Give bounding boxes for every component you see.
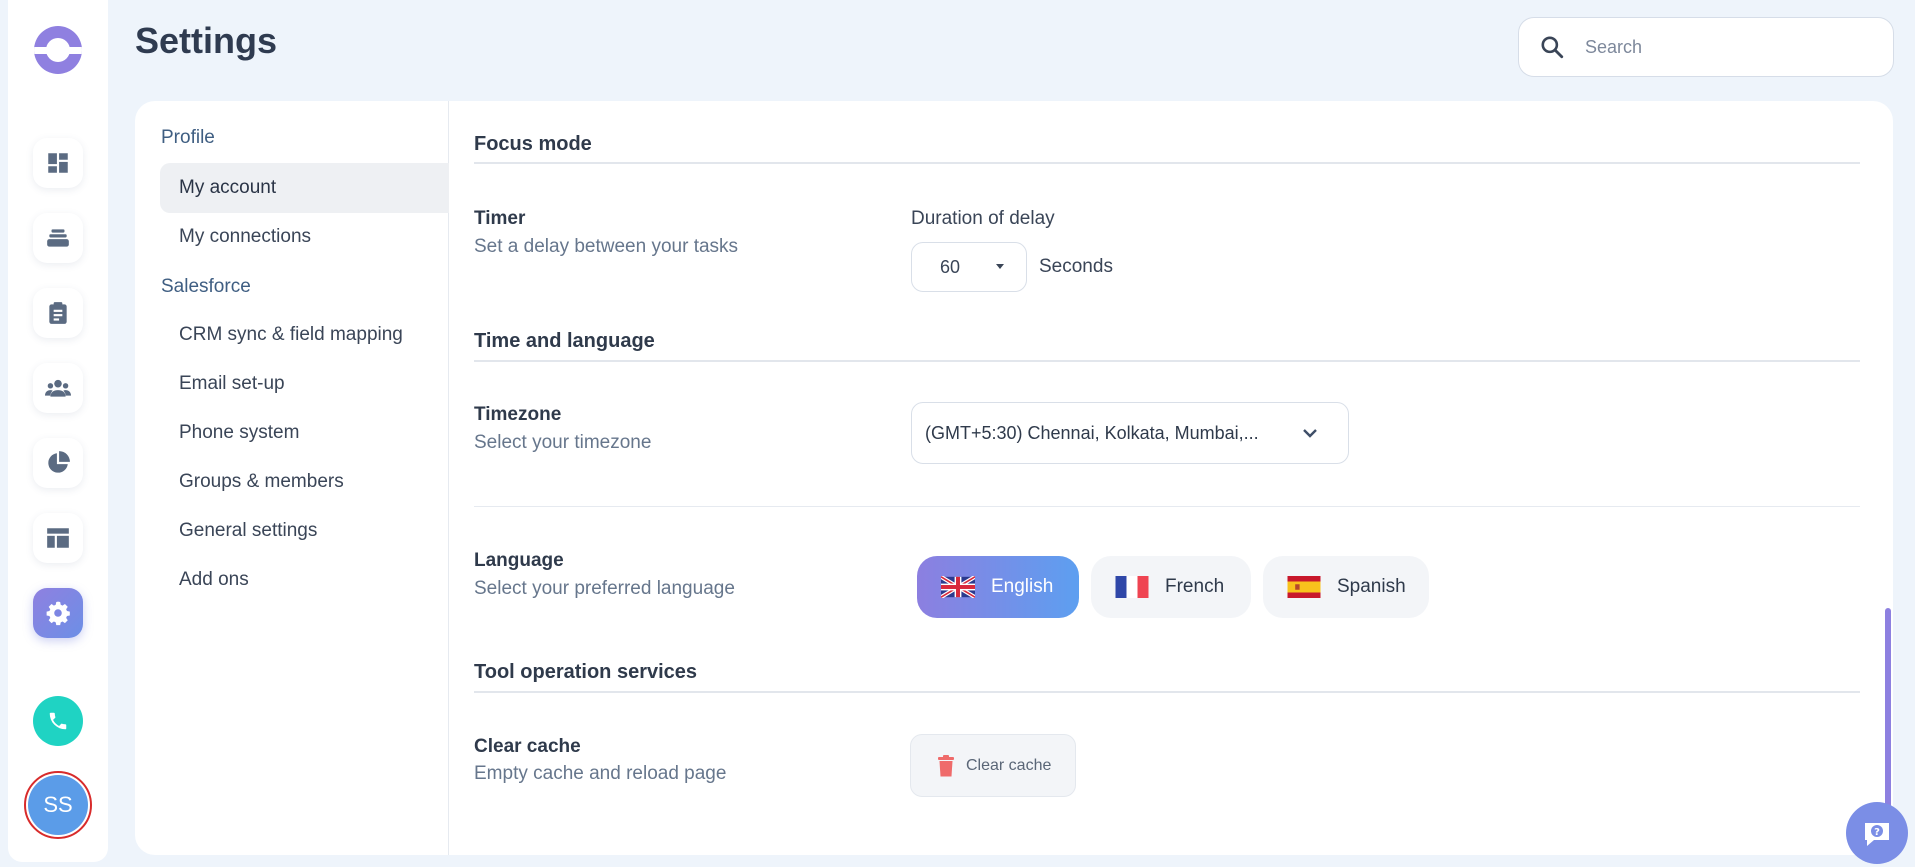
timezone-select[interactable]: (GMT+5:30) Chennai, Kolkata, Mumbai,... xyxy=(911,402,1349,464)
search-icon xyxy=(1541,36,1564,59)
page-title: Settings xyxy=(135,20,278,61)
rail-settings-button[interactable] xyxy=(33,588,83,638)
subnav-item-my-connections[interactable]: My connections xyxy=(160,212,449,262)
rail-dashboard-button[interactable] xyxy=(33,138,83,188)
france-flag-icon xyxy=(1115,576,1149,598)
timezone-value: (GMT+5:30) Chennai, Kolkata, Mumbai,... xyxy=(925,422,1259,443)
clear-cache-description: Empty cache and reload page xyxy=(474,763,727,784)
section-divider xyxy=(474,360,1860,362)
dashboard-icon xyxy=(48,153,68,173)
caret-down-icon xyxy=(996,264,1004,269)
rail-reports-button[interactable] xyxy=(33,438,83,488)
gear-icon xyxy=(46,601,70,626)
language-label-english: English xyxy=(991,576,1054,597)
settings-content: Focus mode Timer Set a delay between you… xyxy=(474,101,1860,855)
team-icon xyxy=(45,379,71,397)
search-box[interactable] xyxy=(1518,17,1894,77)
language-label-spanish: Spanish xyxy=(1337,576,1406,597)
avatar: SS xyxy=(28,775,88,835)
chevron-down-icon xyxy=(1303,429,1317,438)
search-input[interactable] xyxy=(1585,36,1865,58)
scrollbar-thumb[interactable] xyxy=(1885,608,1891,808)
delay-unit: Seconds xyxy=(1039,256,1113,277)
language-label-french: French xyxy=(1165,576,1225,597)
left-rail: SS xyxy=(8,0,108,862)
subnav-item-crm-sync[interactable]: CRM sync & field mapping xyxy=(160,310,449,360)
rail-tasks-button[interactable] xyxy=(33,288,83,338)
subnav-group-profile: Profile xyxy=(161,127,215,148)
clear-cache-button[interactable]: Clear cache xyxy=(910,734,1076,797)
language-option-spanish[interactable]: Spanish xyxy=(1263,556,1429,618)
user-avatar-button[interactable]: SS xyxy=(24,771,92,839)
subnav-item-add-ons[interactable]: Add ons xyxy=(160,555,449,605)
subnav-item-email-setup[interactable]: Email set-up xyxy=(160,359,449,409)
subnav-item-general-settings[interactable]: General settings xyxy=(160,506,449,556)
pie-chart-icon xyxy=(48,451,70,473)
clear-cache-label: Clear cache xyxy=(966,756,1052,774)
subnav-item-my-account[interactable]: My account xyxy=(160,163,449,213)
row-divider xyxy=(474,506,1860,507)
stack-icon xyxy=(47,229,69,247)
clipboard-icon xyxy=(49,302,67,324)
rail-layout-button[interactable] xyxy=(33,513,83,563)
language-title: Language xyxy=(474,550,564,571)
delay-dropdown[interactable]: 60 xyxy=(911,242,1027,292)
help-chat-icon: ? xyxy=(1865,823,1889,846)
section-title-tool-operation: Tool operation services xyxy=(474,661,698,683)
spain-flag-icon xyxy=(1287,576,1321,598)
settings-card: Profile My account My connections Salesf… xyxy=(135,101,1893,855)
call-button[interactable] xyxy=(33,696,83,746)
rail-team-button[interactable] xyxy=(33,363,83,413)
subnav-group-salesforce: Salesforce xyxy=(161,276,251,297)
phone-icon xyxy=(49,712,67,730)
timer-title: Timer xyxy=(474,208,526,229)
delay-value: 60 xyxy=(940,256,961,277)
app-logo[interactable] xyxy=(34,26,82,74)
delay-label: Duration of delay xyxy=(911,208,1055,229)
layout-icon xyxy=(47,528,69,548)
language-description: Select your preferred language xyxy=(474,578,735,599)
timer-description: Set a delay between your tasks xyxy=(474,236,739,257)
language-option-french[interactable]: French xyxy=(1091,556,1251,618)
language-option-english[interactable]: English xyxy=(917,556,1079,618)
section-title-focus-mode: Focus mode xyxy=(474,133,592,155)
uk-flag-icon xyxy=(941,576,975,598)
svg-text:?: ? xyxy=(1874,827,1880,838)
clear-cache-title: Clear cache xyxy=(474,736,581,757)
section-title-time-language: Time and language xyxy=(474,330,655,352)
timezone-title: Timezone xyxy=(474,404,562,425)
section-divider xyxy=(474,162,1860,164)
subnav-item-phone-system[interactable]: Phone system xyxy=(160,408,449,458)
rail-stack-button[interactable] xyxy=(33,213,83,263)
timezone-description: Select your timezone xyxy=(474,432,652,453)
section-divider xyxy=(474,691,1860,693)
help-chat-button[interactable]: ? xyxy=(1846,802,1908,864)
trash-icon xyxy=(938,754,954,776)
subnav-item-groups-members[interactable]: Groups & members xyxy=(160,457,449,507)
settings-subnav: Profile My account My connections Salesf… xyxy=(135,101,449,855)
